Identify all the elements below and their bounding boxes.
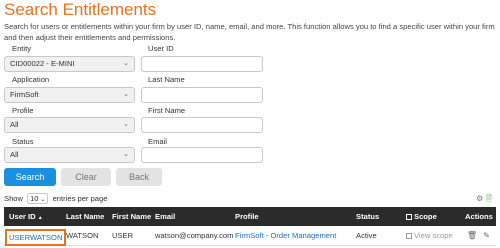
profile-select[interactable]: All ⌄ <box>4 117 135 133</box>
email-input[interactable] <box>141 147 263 163</box>
table-header: User ID ▲ Last Name First Name Email Pro… <box>4 207 496 226</box>
page-size-control: Show 10 ⌄ entries per page <box>4 193 107 205</box>
firstname-input[interactable] <box>141 117 263 133</box>
status-label: Status <box>12 137 34 146</box>
header-scope: Scope <box>406 207 437 226</box>
header-last-name[interactable]: Last Name <box>66 207 104 226</box>
status-select-value: All <box>10 150 19 159</box>
user-id-link[interactable]: USERWATSON <box>5 229 67 246</box>
scope-icon <box>406 233 412 239</box>
firstname-label: First Name <box>148 106 186 115</box>
page-title: Search Entitlements <box>4 0 157 19</box>
entity-select-value: CID00022 - E-MINI <box>10 59 75 68</box>
userid-input[interactable] <box>141 56 263 72</box>
profile-app-link[interactable]: FirmSoft <box>235 231 264 240</box>
status-select[interactable]: All ⌄ <box>4 147 135 163</box>
entity-select[interactable]: CID00022 - E-MINI ⌄ <box>4 56 135 72</box>
header-first-name[interactable]: First Name <box>112 207 151 226</box>
clear-button[interactable]: Clear <box>61 168 111 186</box>
lastname-input[interactable] <box>141 87 263 103</box>
cell-profile: FirmSoft - Order Management <box>235 226 336 246</box>
chevron-down-icon: ⌄ <box>40 197 46 203</box>
page-description: Search for users or entitlements within … <box>4 22 495 42</box>
profile-label: Profile <box>12 106 34 115</box>
view-scope-link[interactable]: View scope <box>406 226 453 246</box>
cell-actions: 🗑 ✎ <box>463 226 490 246</box>
sort-asc-icon: ▲ <box>37 215 43 221</box>
cell-status: Active <box>356 231 377 240</box>
email-label: Email <box>148 137 167 146</box>
table-tools: ⚙ 🗎 <box>476 193 492 207</box>
application-select[interactable]: FirmSoft ⌄ <box>4 87 135 103</box>
cell-email: watson@company.com <box>155 231 234 240</box>
export-icon[interactable]: 🗎 <box>486 194 492 203</box>
header-user-id[interactable]: User ID ▲ <box>9 207 43 226</box>
back-button[interactable]: Back <box>116 168 162 186</box>
page-size-select[interactable]: 10 ⌄ <box>27 193 49 204</box>
chevron-down-icon: ⌄ <box>123 91 129 98</box>
header-profile[interactable]: Profile <box>235 207 259 226</box>
profile-select-value: All <box>10 120 19 129</box>
page-size-value: 10 <box>30 194 39 203</box>
cell-last-name: WATSON <box>66 231 99 240</box>
lastname-label: Last Name <box>148 75 185 84</box>
application-select-value: FirmSoft <box>10 90 39 99</box>
search-button[interactable]: Search <box>4 168 56 186</box>
application-label: Application <box>12 75 50 84</box>
header-actions: Actions <box>465 212 493 221</box>
entity-label: Entity <box>12 44 31 53</box>
entries-label: entries per page <box>52 194 108 203</box>
show-label: Show <box>4 194 23 203</box>
gear-icon[interactable]: ⚙ <box>476 194 483 203</box>
scope-icon <box>406 214 412 220</box>
cell-first-name: USER <box>112 231 134 240</box>
edit-icon[interactable]: ✎ <box>483 231 490 240</box>
userid-label: User ID <box>148 44 174 53</box>
trash-icon[interactable]: 🗑 <box>467 231 477 240</box>
profile-name-link[interactable]: Order Management <box>270 231 336 240</box>
chevron-down-icon: ⌄ <box>123 121 129 128</box>
header-status[interactable]: Status <box>356 207 379 226</box>
header-email[interactable]: Email <box>155 207 175 226</box>
profile-separator: - <box>265 231 269 240</box>
chevron-down-icon: ⌄ <box>123 151 129 158</box>
chevron-down-icon: ⌄ <box>123 60 129 67</box>
table-row: USERWATSON WATSON USER watson@company.co… <box>4 226 496 246</box>
